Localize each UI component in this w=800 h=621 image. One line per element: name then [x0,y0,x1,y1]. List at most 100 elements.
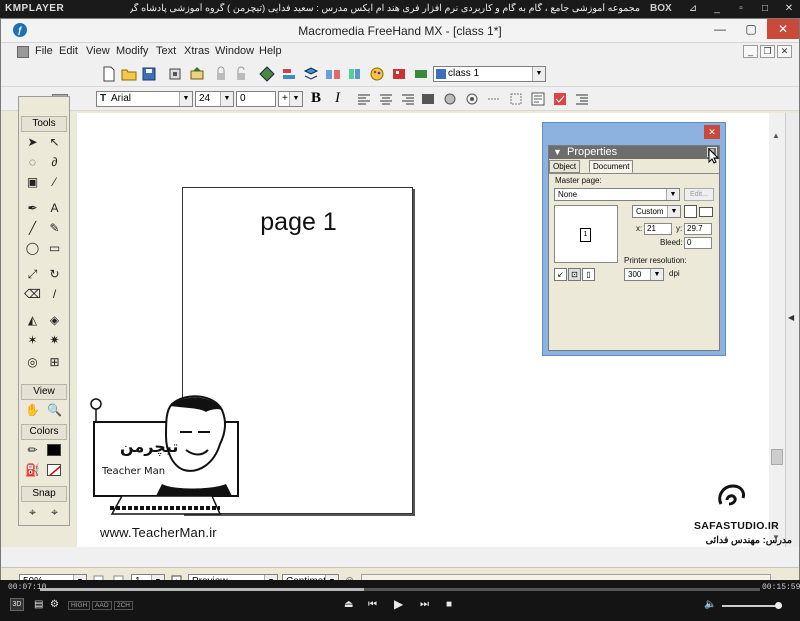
previous-icon[interactable]: ⏮ [368,599,377,610]
volume-knob[interactable] [775,602,782,609]
save-icon[interactable] [141,66,157,82]
import-icon[interactable] [167,66,183,82]
lasso-tool-icon[interactable]: ◌ [23,153,42,172]
app-close-button[interactable]: ✕ [767,19,799,39]
add-page-icon[interactable]: ↙ [554,268,567,281]
menu-file[interactable]: File [35,45,53,57]
fill-color-swatch[interactable] [47,464,61,476]
landscape-orientation-icon[interactable] [699,207,713,217]
align-justify-icon[interactable] [421,92,435,106]
style-select[interactable]: class 1 ▼ [433,66,546,82]
audio-tag[interactable]: AAO [92,601,112,610]
align-left-icon[interactable] [357,92,371,106]
vertical-scroll-thumb[interactable] [771,449,783,465]
attach-to-path-icon[interactable] [465,92,479,106]
app-minimize-button[interactable]: — [705,19,735,39]
layers-icon[interactable] [303,66,319,82]
indent-icon[interactable] [575,92,589,106]
knife-tool-icon[interactable]: / [45,285,64,304]
app-maximize-button[interactable]: ▢ [736,19,766,39]
portrait-orientation-icon[interactable] [684,205,697,218]
perspective-tool-icon[interactable]: ◭ [23,311,42,330]
doc-close-button[interactable]: ✕ [777,45,792,58]
symbols-icon[interactable] [413,66,429,82]
hand-tool-icon[interactable]: ✋ [23,401,42,420]
pointer-tool-icon[interactable]: ➤ [23,133,42,152]
collapse-triangle-icon[interactable]: ▼ [553,146,562,159]
subselect-tool-icon[interactable]: ↖ [45,133,64,152]
menu-xtras[interactable]: Xtras [184,45,210,57]
styles-icon[interactable] [325,66,341,82]
stroke-color-icon[interactable]: ✏ [23,441,42,460]
properties-close-button[interactable]: ✕ [704,125,720,139]
lock-icon[interactable] [213,66,229,82]
eyedropper-tool-icon[interactable]: ⁄ [45,173,64,192]
eject-icon[interactable]: ⏏ [344,599,353,610]
fill-color-icon[interactable]: ⛽ [23,461,42,480]
freeform-lasso-icon[interactable]: ∂ [45,153,64,172]
spellcheck-icon[interactable] [553,92,567,106]
scale-tool-icon[interactable]: ⤢ [23,265,42,284]
settings-gear-icon[interactable]: ⚙ [50,599,59,610]
leading-input[interactable]: 0 [236,91,276,107]
open-icon[interactable] [121,66,137,82]
play-icon[interactable]: ▶ [394,597,403,611]
player-box-label[interactable]: BOX [650,3,672,14]
unlock-icon[interactable] [233,66,249,82]
pin-icon[interactable]: ⊿ [686,2,700,16]
menu-window[interactable]: Window [215,45,254,57]
volume-icon[interactable]: 🔈 [704,599,716,610]
graphic-hose-icon[interactable]: ✶ [23,331,42,350]
page-height-input[interactable]: 29.7 [684,223,712,235]
flow-inside-path-icon[interactable] [487,92,501,106]
stroke-color-swatch[interactable] [47,444,61,456]
collapse-arrow-icon[interactable]: ◀ [788,313,794,322]
menu-edit[interactable]: Edit [59,45,78,57]
menu-view[interactable]: View [86,45,110,57]
pencil-tool-icon[interactable]: ✎ [45,219,64,238]
next-icon[interactable]: ⏭ [420,599,429,610]
line-tool-icon[interactable]: ╱ [23,219,42,238]
menu-help[interactable]: Help [259,45,282,57]
text-tool-icon[interactable]: A [45,199,64,218]
doc-restore-button[interactable]: ❐ [760,45,775,58]
zoom-tool-icon[interactable]: 🔍 [45,401,64,420]
chart-tool-icon[interactable]: ✷ [45,331,64,350]
tab-object[interactable]: Object [549,160,581,173]
leading-mode-select[interactable]: + ▼ [278,91,303,107]
vertical-scrollbar[interactable]: ▲ ▼ [769,113,785,547]
printer-resolution-select[interactable]: 300 ▼ [624,268,664,281]
bleed-input[interactable]: 0 [684,237,712,249]
transform-icon[interactable] [259,66,275,82]
bold-button[interactable]: B [311,90,321,107]
swatches-icon[interactable] [391,66,407,82]
blend-tool-icon[interactable]: ◈ [45,311,64,330]
edit-master-button[interactable]: Edit... [684,188,714,201]
minimize-icon[interactable]: _ [710,2,724,16]
properties-header[interactable]: ▼ Properties ≡ [549,146,719,159]
rectangle-tool-icon[interactable]: ▭ [45,239,64,258]
duplicate-page-icon[interactable]: ⊡ [568,268,581,281]
player-close-icon[interactable]: ✕ [782,2,796,16]
eraser-tool-icon[interactable]: ⌫ [23,285,42,304]
maximize-icon[interactable]: □ [758,2,772,16]
3d-badge[interactable]: 3D [10,598,24,611]
page-layout-icon[interactable]: ▯ [582,268,595,281]
page-thumbnail[interactable]: 1 [554,205,618,263]
document-menu-icon[interactable] [17,46,29,58]
chart-insert-icon[interactable]: ⊞ [45,353,64,372]
menu-text[interactable]: Text [156,45,176,57]
quality-tag[interactable]: HIGH [68,601,91,610]
font-size-select[interactable]: 24 ▼ [195,91,234,107]
snap-to-guide-icon[interactable]: ⌖ [45,503,64,522]
page-tool-icon[interactable]: ▣ [23,173,42,192]
align-right-icon[interactable] [401,92,415,106]
font-select[interactable]: T Arial ▼ [96,91,193,107]
player-logo[interactable]: KMPLAYER [5,3,64,14]
page-size-select[interactable]: Custom ▼ [632,205,681,218]
horizontal-scrollbar[interactable] [1,547,799,567]
tab-document[interactable]: Document [589,160,634,173]
stop-icon[interactable]: ■ [446,599,452,610]
rotate-tool-icon[interactable]: ↻ [45,265,64,284]
color-mixer-icon[interactable] [369,66,385,82]
